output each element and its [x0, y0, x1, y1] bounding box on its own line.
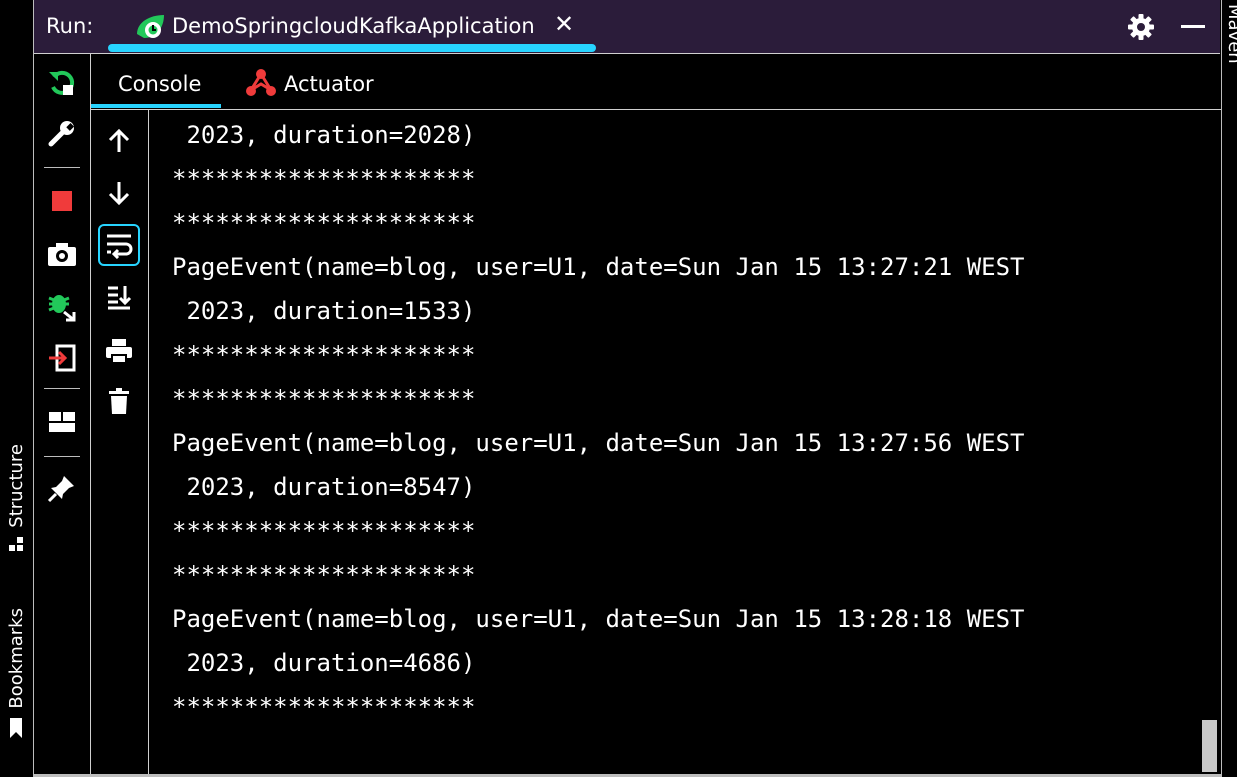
left-tool-stripe: Structure Bookmarks: [0, 0, 34, 777]
console-line: 2023, duration=4686): [172, 649, 476, 677]
console-line: *********************: [172, 385, 476, 413]
active-tab-indicator: [91, 104, 221, 108]
soft-wrap-icon: [107, 234, 133, 259]
stop-button[interactable]: [46, 185, 78, 217]
print-icon: [106, 339, 132, 364]
scroll-to-end-button[interactable]: [98, 276, 140, 318]
clear-all-button[interactable]: [98, 380, 140, 422]
pin-tab-button[interactable]: [46, 472, 78, 504]
console-line: *********************: [172, 693, 476, 721]
bug-export-icon: [48, 295, 76, 322]
tab-actuator-label: Actuator: [284, 72, 374, 96]
console-output[interactable]: 2023, duration=2028) *******************…: [149, 110, 1200, 777]
debug-attach-button[interactable]: [46, 290, 78, 322]
console-line: 2023, duration=8547): [172, 473, 476, 501]
run-actions-toolbar: [34, 54, 91, 777]
console-line: PageEvent(name=blog, user=U1, date=Sun J…: [172, 429, 1025, 457]
run-tab-title: DemoSpringcloudKafkaApplication: [172, 14, 535, 38]
run-tool-window-header: Run: DemoSpringcloudKafkaApplication ✕: [34, 0, 1220, 54]
console-line: *********************: [172, 165, 476, 193]
structure-icon: [9, 536, 23, 551]
rerun-button[interactable]: [46, 67, 78, 99]
wrench-icon: [48, 121, 75, 147]
bookmarks-label: Bookmarks: [5, 608, 27, 709]
exit-button[interactable]: [46, 342, 78, 374]
right-tool-stripe: Maven: [1221, 0, 1237, 777]
trash-icon: [109, 388, 129, 414]
console-line: PageEvent(name=blog, user=U1, date=Sun J…: [172, 605, 1025, 633]
minimize-icon[interactable]: [1181, 25, 1205, 28]
console-line: 2023, duration=1533): [172, 297, 476, 325]
arrow-down-icon: [108, 182, 130, 206]
run-subtabs: Console Actuator: [91, 54, 1221, 110]
actuator-icon: [246, 69, 276, 96]
console-line: PageEvent(name=blog, user=U1, date=Sun J…: [172, 253, 1025, 281]
bookmarks-tool-tab[interactable]: Bookmarks: [2, 608, 30, 739]
structure-label: Structure: [5, 444, 27, 528]
layout-icon: [49, 412, 75, 432]
thread-dump-button[interactable]: [46, 238, 78, 270]
gear-icon[interactable]: [1126, 12, 1156, 42]
maven-tool-tab[interactable]: Maven: [1224, 4, 1237, 64]
active-tab-indicator: [108, 44, 596, 52]
console-line: *********************: [172, 561, 476, 589]
stop-icon: [52, 191, 72, 211]
toolbar-separator: [44, 167, 80, 168]
rerun-icon: [49, 70, 75, 95]
console-scrollbar-thumb[interactable]: [1202, 720, 1217, 772]
bookmark-icon: [10, 717, 22, 738]
exit-icon: [49, 344, 76, 372]
tab-console-label: Console: [118, 72, 202, 96]
console-line: *********************: [172, 209, 476, 237]
structure-tool-tab[interactable]: Structure: [2, 444, 30, 554]
scroll-down-button[interactable]: [98, 172, 140, 214]
scroll-to-end-icon: [108, 286, 132, 310]
toolbar-separator: [44, 388, 80, 389]
console-toolbar: [91, 110, 149, 777]
close-icon[interactable]: ✕: [554, 10, 574, 38]
soft-wrap-button[interactable]: [98, 224, 140, 266]
camera-icon: [48, 243, 76, 266]
print-button[interactable]: [98, 330, 140, 372]
spring-boot-app-icon: [137, 15, 164, 38]
tab-console[interactable]: Console: [91, 54, 221, 109]
pin-icon: [47, 476, 74, 503]
scroll-up-button[interactable]: [98, 120, 140, 162]
console-line: *********************: [172, 341, 476, 369]
console-line: *********************: [172, 517, 476, 545]
edit-configuration-button[interactable]: [46, 118, 78, 150]
run-configuration-tab[interactable]: DemoSpringcloudKafkaApplication ✕: [108, 0, 596, 53]
tab-actuator[interactable]: Actuator: [243, 54, 423, 109]
toolbar-separator: [44, 456, 80, 457]
arrow-up-icon: [108, 128, 130, 152]
run-label: Run:: [46, 14, 94, 38]
console-line: 2023, duration=2028): [172, 121, 476, 149]
layout-button[interactable]: [46, 406, 78, 438]
